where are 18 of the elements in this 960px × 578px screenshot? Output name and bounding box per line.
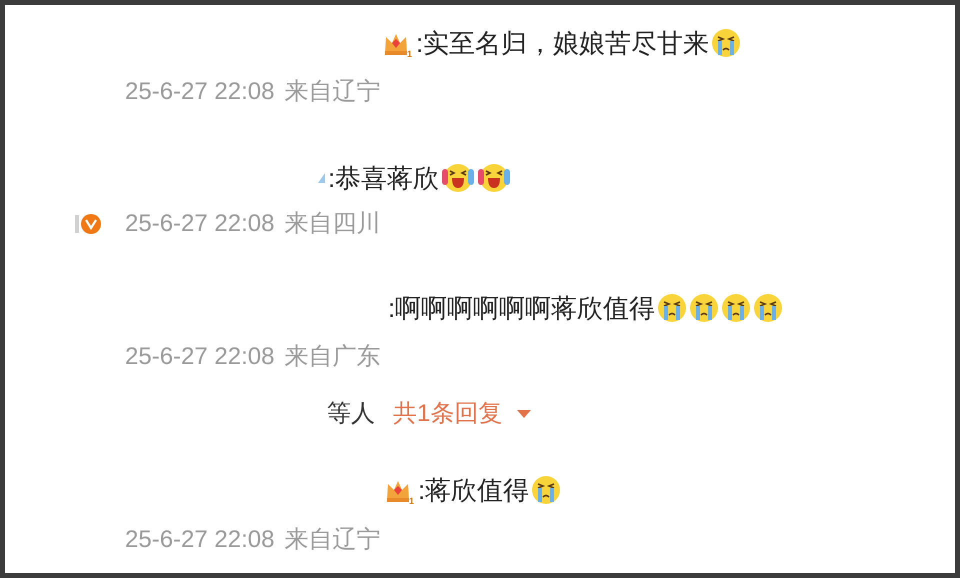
replies-link[interactable]: 共1条回复 xyxy=(393,396,532,432)
comment-time: 25-6-27 22:08 xyxy=(125,77,274,107)
caret-icon xyxy=(516,409,532,419)
badge-level: 1 xyxy=(408,497,414,506)
comment-time: 25-6-27 22:08 xyxy=(125,342,274,372)
comment-location: 来自四川 xyxy=(284,209,380,239)
comment-text: :蒋欣值得 xyxy=(418,477,530,503)
comment-location: 来自广东 xyxy=(284,342,380,372)
comment-text: :实至名归，娘娘苦尽甘来 xyxy=(416,30,710,56)
comment-text: :恭喜蒋欣 xyxy=(328,165,440,191)
reply-users-text: 等人 xyxy=(327,399,375,429)
avatar-edge-icon xyxy=(318,173,326,183)
comment-location: 来自辽宁 xyxy=(284,77,380,107)
comment-location: 来自辽宁 xyxy=(284,525,380,555)
comment-time: 25-6-27 22:08 xyxy=(125,209,274,239)
comment-time: 25-6-27 22:08 xyxy=(125,525,274,555)
badge-level: 1 xyxy=(406,50,412,59)
comment-text: :啊啊啊啊啊啊蒋欣值得 xyxy=(388,295,656,321)
